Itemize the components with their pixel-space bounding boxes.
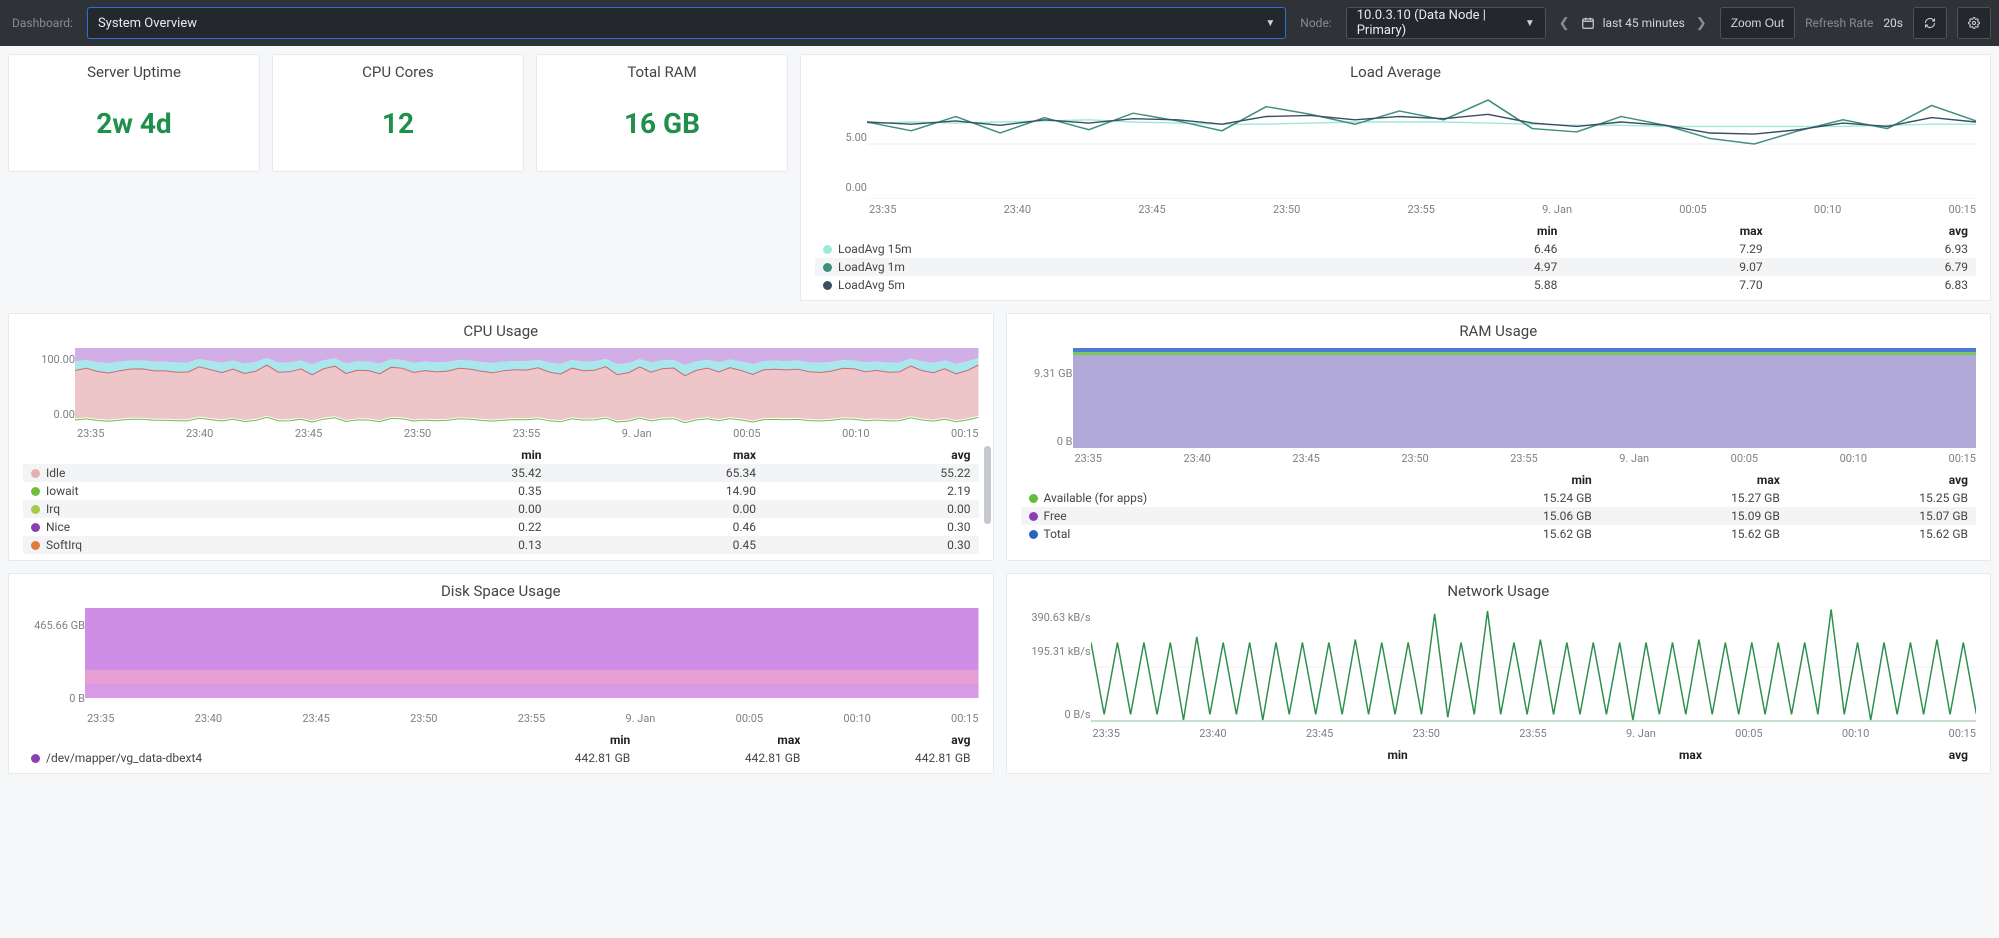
- caret-down-icon: ▼: [1265, 18, 1275, 29]
- legend-table: minmaxavgLoadAvg 15m6.467.296.93LoadAvg …: [815, 222, 1976, 294]
- panel-uptime[interactable]: Server Uptime 2w 4d: [8, 54, 260, 172]
- chevron-left-icon[interactable]: ❮: [1556, 16, 1573, 31]
- legend-table: minmaxavgAvailable (for apps)15.24 GB15.…: [1021, 471, 1977, 543]
- panel-title: Network Usage: [1007, 574, 1991, 608]
- caret-down-icon: ▼: [1525, 18, 1535, 29]
- dashboard-label: Dashboard:: [8, 16, 77, 30]
- calendar-icon: [1581, 16, 1595, 30]
- y-axis: 390.63 kB/s 195.31 kB/s 0 B/s: [1021, 608, 1091, 723]
- panel-title: CPU Usage: [9, 314, 993, 348]
- panel-title: Total RAM: [537, 55, 787, 89]
- dashboard-grid: Server Uptime 2w 4d CPU Cores 12 Total R…: [0, 46, 1999, 794]
- ram-value: 16 GB: [537, 89, 787, 170]
- x-axis: 23:3523:4023:4523:5023:559. Jan00:0500:1…: [87, 712, 979, 725]
- time-range-picker[interactable]: ❮ last 45 minutes ❯: [1556, 16, 1710, 31]
- refresh-button[interactable]: [1913, 7, 1947, 39]
- net-chart-plot[interactable]: [1091, 608, 1977, 723]
- panel-title: Load Average: [801, 55, 1990, 89]
- panel-load-average[interactable]: Load Average 5.00 0.00 23:3523:4023:4523…: [800, 54, 1991, 301]
- zoom-out-button[interactable]: Zoom Out: [1720, 7, 1795, 39]
- cores-value: 12: [273, 89, 523, 170]
- panel-title: RAM Usage: [1007, 314, 1991, 348]
- node-label: Node:: [1296, 16, 1335, 30]
- gear-icon: [1968, 16, 1980, 30]
- refresh-icon: [1924, 16, 1936, 30]
- panel-ram-usage[interactable]: RAM Usage 9.31 GB 0 B 23:3523:4023:4523:…: [1006, 313, 1992, 561]
- cpu-chart-plot[interactable]: [75, 348, 979, 423]
- panel-title: Server Uptime: [9, 55, 259, 89]
- y-axis: 100.00 0.00: [23, 348, 75, 423]
- legend-scrollbar[interactable]: [984, 446, 991, 524]
- uptime-value: 2w 4d: [9, 89, 259, 170]
- legend-table: minmaxavg/dev/mapper/vg_data-dbext4442.8…: [23, 731, 979, 767]
- chevron-right-icon[interactable]: ❯: [1693, 16, 1710, 31]
- ram-chart-plot[interactable]: [1073, 348, 1977, 448]
- y-axis: 9.31 GB 0 B: [1021, 348, 1073, 448]
- panel-title: Disk Space Usage: [9, 574, 993, 608]
- panel-cores[interactable]: CPU Cores 12: [272, 54, 524, 172]
- node-select-value: 10.0.3.10 (Data Node | Primary): [1357, 8, 1509, 38]
- x-axis: 23:3523:4023:4523:5023:559. Jan00:0500:1…: [1093, 727, 1977, 740]
- panel-network-usage[interactable]: Network Usage 390.63 kB/s 195.31 kB/s 0 …: [1006, 573, 1992, 774]
- refresh-rate-value: 20s: [1883, 16, 1903, 30]
- x-axis: 23:3523:4023:4523:5023:559. Jan00:0500:1…: [1075, 452, 1977, 465]
- dashboard-select-value: System Overview: [98, 16, 197, 31]
- y-axis: 5.00 0.00: [815, 89, 867, 199]
- settings-button[interactable]: [1957, 7, 1991, 39]
- topbar: Dashboard: System Overview ▼ Node: 10.0.…: [0, 0, 1999, 46]
- disk-chart-plot[interactable]: [85, 608, 979, 708]
- load-chart-plot[interactable]: [867, 89, 1976, 199]
- zoom-out-label: Zoom Out: [1731, 16, 1784, 30]
- panel-ram[interactable]: Total RAM 16 GB: [536, 54, 788, 172]
- refresh-rate-label: Refresh Rate: [1805, 16, 1873, 30]
- panel-title: CPU Cores: [273, 55, 523, 89]
- legend-table: minmaxavg: [1021, 746, 1977, 764]
- panel-disk-usage[interactable]: Disk Space Usage 465.66 GB 0 B 23:3523:4…: [8, 573, 994, 774]
- node-select[interactable]: 10.0.3.10 (Data Node | Primary) ▼: [1346, 7, 1546, 39]
- y-axis: 465.66 GB 0 B: [23, 608, 85, 708]
- dashboard-select[interactable]: System Overview ▼: [87, 7, 1286, 39]
- panel-cpu-usage[interactable]: CPU Usage 100.00 0.00 23:3523:4023:4523:…: [8, 313, 994, 561]
- x-axis: 23:3523:4023:4523:5023:559. Jan00:0500:1…: [77, 427, 979, 440]
- x-axis: 23:3523:4023:4523:5023:559. Jan00:0500:1…: [869, 203, 1976, 216]
- time-range-text: last 45 minutes: [1603, 16, 1685, 30]
- legend-table: minmaxavgIdle35.4265.3455.22Iowait0.3514…: [23, 446, 979, 554]
